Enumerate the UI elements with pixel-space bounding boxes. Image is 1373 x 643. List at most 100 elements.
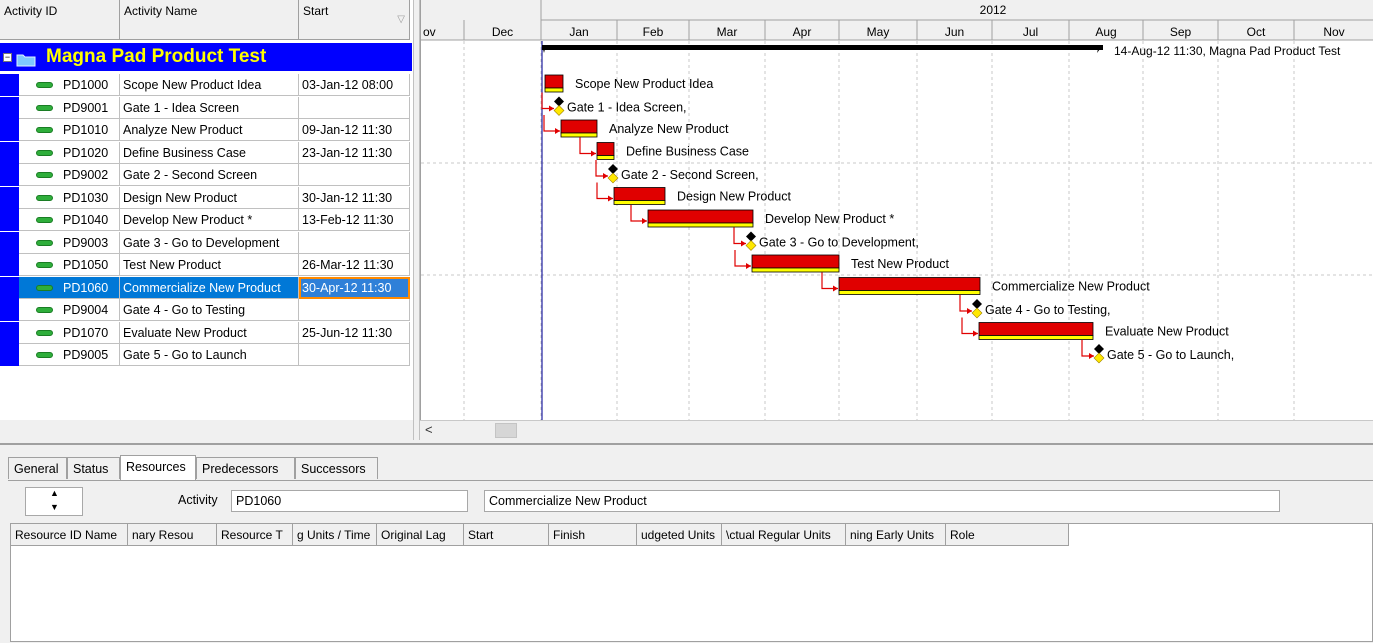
activity-row[interactable]: PD1000 Scope New Product Idea 03-Jan-12 08… [0, 74, 412, 96]
gantt-scroll-thumb[interactable] [495, 423, 517, 438]
activity-baseline-bar [838, 290, 981, 295]
activity-id-cell[interactable]: PD9003 [19, 231, 120, 254]
activity-start-cell[interactable]: 30-Apr-12 11:30 [299, 276, 410, 299]
column-header-start[interactable]: Start ▽ [299, 0, 410, 40]
activity-id-field[interactable]: PD1060 [231, 490, 468, 512]
activity-name-cell[interactable]: Gate 2 - Second Screen [120, 164, 299, 186]
activity-id-cell[interactable]: PD1010 [19, 119, 120, 141]
activity-name-cell[interactable]: Evaluate New Product [120, 321, 299, 344]
activity-start-cell[interactable]: 26-Mar-12 11:30 [299, 254, 410, 276]
tab-general[interactable]: General [8, 457, 67, 479]
column-header-activity-id[interactable]: Activity ID [0, 0, 120, 40]
resource-column-header[interactable]: Finish [549, 524, 637, 546]
activity-name-cell[interactable]: Develop New Product * [120, 209, 299, 231]
activity-start-cell[interactable]: 09-Jan-12 11:30 [299, 119, 410, 141]
activity-name-field[interactable]: Commercialize New Product [484, 490, 1280, 512]
pane-splitter[interactable] [413, 0, 420, 440]
resource-column-header[interactable]: Resource T [217, 524, 293, 546]
activity-id-cell[interactable]: PD1070 [19, 321, 120, 344]
resource-column-header[interactable]: Resource ID Name [11, 524, 128, 546]
next-activity-icon[interactable]: ▼ [50, 502, 59, 512]
activity-bar-label: Gate 4 - Go to Testing, [985, 303, 1111, 317]
activity-icon [36, 82, 53, 88]
activity-id-cell[interactable]: PD1020 [19, 141, 120, 164]
resource-column-header[interactable]: nary Resou [128, 524, 217, 546]
month-label: Sep [1170, 25, 1192, 39]
activity-id: PD9001 [63, 100, 109, 115]
activity-row[interactable]: PD9001 Gate 1 - Idea Screen [0, 96, 412, 119]
activity-start-cell[interactable]: 03-Jan-12 08:00 [299, 74, 410, 96]
resource-column-header[interactable]: Original Lag [377, 524, 464, 546]
activity-row[interactable]: PD1010 Analyze New Product 09-Jan-12 11:30 [0, 119, 412, 141]
activity-row[interactable]: PD9003 Gate 3 - Go to Development [0, 231, 412, 254]
activity-name-cell[interactable]: Test New Product [120, 254, 299, 276]
activity-row[interactable]: PD9002 Gate 2 - Second Screen [0, 164, 412, 186]
month-label: Mar [717, 25, 738, 39]
activity-start-cell[interactable] [299, 231, 410, 254]
tab-predecessors[interactable]: Predecessors [196, 457, 295, 479]
resource-column-header[interactable]: ning Early Units [846, 524, 946, 546]
activity-name-cell[interactable]: Design New Product [120, 186, 299, 209]
activity-id-cell[interactable]: PD9002 [19, 164, 120, 186]
collapse-icon[interactable]: − [3, 53, 12, 62]
activity-name-cell[interactable]: Gate 3 - Go to Development [120, 231, 299, 254]
activity-bar [596, 142, 615, 156]
activity-table: Activity ID Activity Name Start ▽ − Magn… [0, 0, 414, 420]
activity-id-cell[interactable]: PD9001 [19, 96, 120, 119]
gantt-scroll-left-icon[interactable]: < [425, 422, 433, 437]
activity-navigator[interactable]: ▲ ▼ [25, 487, 83, 516]
wbs-row[interactable]: − Magna Pad Product Test [0, 43, 412, 71]
details-panel: General Status Resources Predecessors Succes… [0, 443, 1373, 643]
activity-name-cell[interactable]: Define Business Case [120, 141, 299, 164]
activity-id-cell[interactable]: PD1030 [19, 186, 120, 209]
activity-row[interactable]: PD1050 Test New Product 26-Mar-12 11:30 [0, 254, 412, 276]
activity-row[interactable]: PD1060 Commercialize New Product 30-Apr-12… [0, 276, 412, 299]
tab-successors[interactable]: Successors [295, 457, 378, 479]
activity-baseline-bar [751, 267, 840, 273]
activity-id: PD9005 [63, 348, 109, 362]
activity-start-cell[interactable] [299, 96, 410, 119]
activity-id: PD1020 [63, 145, 109, 160]
activity-start-cell[interactable] [299, 344, 410, 366]
tab-status[interactable]: Status [67, 457, 120, 479]
activity-row[interactable]: PD1030 Design New Product 30-Jan-12 11:30 [0, 186, 412, 209]
activity-name-cell[interactable]: Gate 1 - Idea Screen [120, 96, 299, 119]
activity-id-cell[interactable]: PD1040 [19, 209, 120, 231]
activity-id-cell[interactable]: PD9005 [19, 344, 120, 366]
activity-id-cell[interactable]: PD1050 [19, 254, 120, 276]
tab-resources[interactable]: Resources [120, 455, 196, 480]
resource-column-header[interactable]: Start [464, 524, 549, 546]
resource-column-header[interactable]: udgeted Units [637, 524, 722, 546]
gantt-horizontal-scrollbar[interactable]: < [420, 420, 1373, 440]
filter-icon[interactable]: ▽ [397, 14, 405, 25]
activity-start-cell[interactable]: 25-Jun-12 11:30 [299, 321, 410, 344]
row-gutter [0, 231, 19, 254]
resource-column-header[interactable]: g Units / Time [293, 524, 377, 546]
resource-column-header[interactable]: Role [946, 524, 1069, 546]
activity-start-cell[interactable] [299, 299, 410, 321]
activity-start-cell[interactable]: 30-Jan-12 11:30 [299, 186, 410, 209]
activity-id-cell[interactable]: PD1000 [19, 74, 120, 96]
column-header-activity-name[interactable]: Activity Name [120, 0, 299, 40]
activity-id-cell[interactable]: PD1060 [19, 276, 120, 299]
activity-start-cell[interactable]: 23-Jan-12 11:30 [299, 141, 410, 164]
activity-name-cell[interactable]: Gate 5 - Go to Launch [120, 344, 299, 366]
activity-row[interactable]: PD9005 Gate 5 - Go to Launch [0, 344, 412, 366]
activity-name-cell[interactable]: Analyze New Product [120, 119, 299, 141]
previous-activity-icon[interactable]: ▲ [50, 488, 59, 498]
activity-name-cell[interactable]: Scope New Product Idea [120, 74, 299, 96]
row-gutter [0, 74, 19, 96]
activity-row[interactable]: PD1020 Define Business Case 23-Jan-12 11:3… [0, 141, 412, 164]
row-gutter [0, 96, 19, 119]
activity-row[interactable]: PD1040 Develop New Product * 13-Feb-12 11:… [0, 209, 412, 231]
activity-row[interactable]: PD9004 Gate 4 - Go to Testing [0, 299, 412, 321]
activity-start-cell[interactable]: 13-Feb-12 11:30 [299, 209, 410, 231]
activity-bar-label: Gate 1 - Idea Screen, [567, 101, 687, 115]
activity-row[interactable]: PD1070 Evaluate New Product 25-Jun-12 11:3… [0, 321, 412, 344]
activity-name-cell[interactable]: Gate 4 - Go to Testing [120, 299, 299, 321]
resource-column-header[interactable]: \ctual Regular Units [722, 524, 846, 546]
activity-name-cell[interactable]: Commercialize New Product [120, 276, 299, 299]
activity-id-cell[interactable]: PD9004 [19, 299, 120, 321]
activity-id: PD1060 [63, 280, 109, 295]
activity-start-cell[interactable] [299, 164, 410, 186]
